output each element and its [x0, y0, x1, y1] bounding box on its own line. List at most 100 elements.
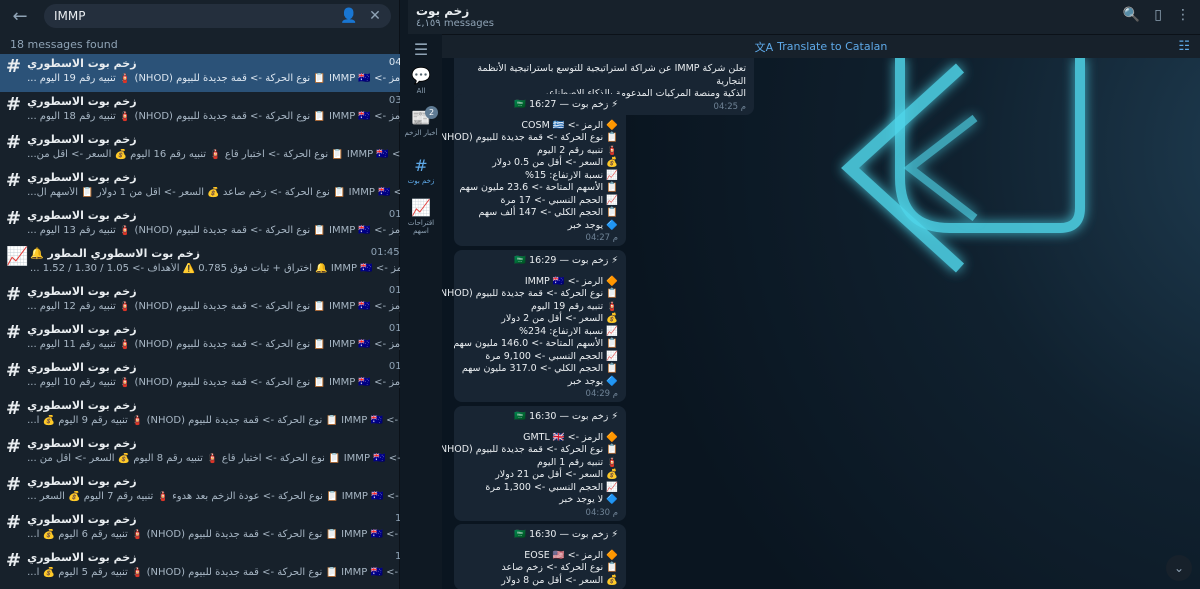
hashtag-icon: #: [6, 474, 22, 495]
message-line: 🧯 تنبيه رقم 2 اليوم: [537, 144, 618, 156]
chat-area: تعلن شركة IMMP عن شراكة استراتيجية للتوس…: [442, 0, 1200, 589]
search-result-row[interactable]: # زخم بوت الاسطوريم 01:40🔶 الرمز -> IMMP …: [0, 282, 427, 320]
search-result-row[interactable]: #زخم بوت الاسطوريم 01:25🔶 الرمز -> IMMP …: [0, 320, 427, 358]
message-bubble[interactable]: ⚡ زخم بوت — 16:29 🇸🇦 🔶 الرمز -> IMMP 🇦🇺 📋 …: [442, 250, 626, 402]
hashtag-icon: #: [6, 512, 22, 533]
message-line: 🧯 تنبيه رقم 1 اليوم: [537, 456, 618, 468]
folder-label: اقتراحات اسهم: [407, 219, 435, 235]
search-result-row[interactable]: #زخم بوت الاسطوريم 01:53🔶 الرمز -> IMMP …: [0, 206, 427, 244]
folder-label: أخبار الزخم: [404, 129, 438, 137]
result-snippet: 🔶 الرمز -> IMMP 🇦🇺 📋 نوع الحركة -> قمة ج…: [27, 111, 428, 122]
message-line: 📈 الحجم النسبي -> 17 مرة: [500, 194, 619, 206]
search-result-row[interactable]: #زخم بوت الاسطوريم 04:29🔶 الرمز -> IMMP …: [0, 54, 427, 92]
result-snippet: 🔶 الرمز -> IMMP 🇦🇺 📋 نوع الحركة -> زخم ص…: [27, 187, 447, 198]
chat-header[interactable]: زخم بوت ٤,١٥٩ messages 🔍 ▯ ⋮: [408, 0, 1200, 34]
message-bubble[interactable]: ⚡ زخم بوت — 16:27 🇸🇦 🔶 الرمز -> COSM 🇬🇷 📋 …: [442, 94, 626, 246]
hashtag-icon: #: [6, 170, 22, 191]
result-snippet: 🔶 الرمز -> IMMP 🇦🇺 📋 نوع الحركة -> عودة …: [27, 491, 440, 502]
hashtag-icon: #: [6, 284, 22, 305]
message-line: 💰 السعر -> أقل من 21 دولار: [495, 469, 618, 480]
result-title: زخم بوت الاسطوري: [27, 133, 137, 146]
folder-menu[interactable]: ☰: [400, 40, 442, 61]
search-result-row[interactable]: #زخم بوت الاسطوريم 12:40🔶 الرمز -> IMMP …: [0, 472, 440, 510]
header-actions: 🔍 ▯ ⋮: [1123, 7, 1190, 23]
result-body: زخم بوت الاسطوريم 12:40🔶 الرمز -> IMMP 🇦…: [27, 475, 440, 502]
message-bubble[interactable]: ⚡ زخم بوت — 16:30 🇸🇦 🔶 الرمز -> GMTL 🇬🇧 📋 …: [442, 406, 626, 521]
translate-bar[interactable]: 文A Translate to Catalan ☷: [442, 34, 1200, 58]
result-body: زخم بوت الاسطوريم 03:33🔶 الرمز -> IMMP 🇦…: [27, 133, 445, 160]
result-snippet: ⭐ الرمز -> IMMP 🇦🇺 🔔 اختراق + ثبات فوق 0…: [30, 263, 429, 274]
message-line: 🔶 الرمز -> GMTL 🇬🇧: [523, 431, 618, 443]
chat-subtitle: ٤,١٥٩ messages: [416, 18, 495, 29]
hashtag-icon: #: [414, 156, 428, 175]
search-result-row[interactable]: # زخم بوت الاسطوريم 01:11🔶 الرمز -> IMMP …: [0, 396, 439, 434]
result-title: زخم بوت الاسطوري: [27, 95, 137, 108]
message-line: 💰 السعر -> أقل من 2 دولار: [501, 313, 618, 324]
search-result-row[interactable]: #زخم بوت الاسطوريم 01:06🔶 الرمز -> IMMP …: [0, 434, 442, 472]
hashtag-icon: #: [6, 398, 22, 419]
hashtag-icon: #: [6, 132, 22, 153]
unread-badge: 2: [425, 106, 438, 119]
result-top: زخم بوت الاسطوريم 01:17: [27, 361, 427, 377]
user-filter-icon[interactable]: 👤: [339, 6, 359, 26]
search-result-row[interactable]: #زخم بوت الاسطوريم 03:37🔶 الرمز -> IMMP …: [0, 92, 427, 130]
result-body: زخم بوت الاسطوريم 01:17🔶 الرمز -> IMMP 🇦…: [27, 361, 427, 388]
sidebar-toggle-icon[interactable]: ▯: [1154, 7, 1162, 23]
search-result-row[interactable]: # زخم بوت الاسطوريم 03:25🔶 الرمز -> IMMP …: [0, 168, 447, 206]
scroll-down-button[interactable]: ⌄: [1166, 555, 1192, 581]
result-title: زخم بوت الاسطوري: [27, 513, 137, 526]
result-body: زخم بوت الاسطوريم 01:25🔶 الرمز -> IMMP 🇦…: [27, 323, 427, 350]
result-snippet: 🔶 الرمز -> IMMP 🇦🇺 📋 نوع الحركة -> قمة ج…: [27, 301, 428, 312]
search-result-row[interactable]: #زخم بوت الاسطوريم 01:17🔶 الرمز -> IMMP …: [0, 358, 427, 396]
search-result-row[interactable]: #زخم بوت الاسطوريص 11:25🔶 الرمز -> IMMP …: [0, 548, 439, 586]
search-result-row[interactable]: #زخم بوت الاسطوريم 03:33🔶 الرمز -> IMMP …: [0, 130, 445, 168]
result-body: زخم بوت الاسطوري المطور 🔔م 01:45 ✓✓⭐ الر…: [30, 247, 429, 274]
message-line: 💰 السعر -> أقل من 8 دولار: [501, 574, 618, 586]
message-header: ⚡ زخم بوت — 16:30 🇸🇦: [514, 529, 618, 540]
message-line: 📈 الحجم النسبي -> 1,300 مرة: [485, 481, 618, 493]
menu-icon: ☰: [413, 40, 429, 59]
translate-icon: 文A: [754, 40, 774, 54]
message-bubble[interactable]: ⚡ زخم بوت — 16:30 🇸🇦 🔶 الرمز -> EOSE 🇺🇸 📋 …: [454, 524, 626, 589]
hashtag-icon: #: [6, 322, 22, 343]
message-line: تعلن شركة IMMP عن شراكة استراتيجية للتوس…: [477, 63, 746, 87]
message-line: 🔶 الرمز -> EOSE 🇺🇸: [524, 549, 618, 561]
message-line: 📋 نوع الحركة -> قمة جديدة للبيوم (NHOD): [442, 132, 618, 143]
search-result-row[interactable]: 📈زخم بوت الاسطوري المطور 🔔م 01:45 ✓✓⭐ ال…: [0, 244, 429, 282]
folder-chart[interactable]: 📈 اقتراحات اسهم: [400, 198, 442, 235]
message-line: 📋 الأسهم المتاحة -> 23.6 مليون سهم: [459, 182, 618, 193]
result-title: زخم بوت الاسطوري: [27, 285, 137, 298]
hashtag-icon: #: [6, 550, 22, 571]
filter-settings-icon[interactable]: ☷: [1178, 39, 1190, 54]
result-top: زخم بوت الاسطوريم 01:11: [27, 399, 439, 415]
search-bar: ← 👤 ✕: [0, 0, 399, 32]
folder-label: زخم بوت: [407, 177, 435, 185]
results-count: 18 messages found: [10, 38, 118, 51]
more-vertical-icon[interactable]: ⋮: [1176, 7, 1190, 23]
search-field[interactable]: 👤 ✕: [44, 4, 391, 28]
folder-hashtag[interactable]: # زخم بوت: [400, 156, 442, 185]
result-snippet: 🔶 الرمز -> IMMP 🇦🇺 📋 نوع الحركة -> قمة ج…: [27, 339, 428, 350]
result-snippet: 🔶 الرمز -> IMMP 🇦🇺 📋 نوع الحركة -> اختبا…: [27, 149, 445, 160]
result-body: زخم بوت الاسطوريم 01:53🔶 الرمز -> IMMP 🇦…: [27, 209, 427, 236]
message-line: 🔶 الرمز -> IMMP 🇦🇺: [524, 275, 618, 287]
close-icon[interactable]: ✕: [365, 6, 385, 26]
result-title: زخم بوت الاسطوري: [27, 551, 137, 564]
folder-chat-bubbles[interactable]: 💬 All: [400, 66, 442, 95]
result-snippet: 🔶 الرمز -> IMMP 🇦🇺 📋 نوع الحركة -> قمة ج…: [27, 567, 439, 578]
result-top: زخم بوت الاسطوريم 01:25: [27, 323, 427, 339]
message-line: 🧯 تنبيه رقم 19 اليوم: [531, 300, 618, 312]
result-top: زخم بوت الاسطوريم 03:25: [27, 171, 447, 187]
result-title: زخم بوت الاسطوري: [27, 437, 137, 450]
result-snippet: 🔶 الرمز -> IMMP 🇦🇺 📋 نوع الحركة -> قمة ج…: [27, 415, 439, 426]
search-icon[interactable]: 🔍: [1123, 7, 1140, 23]
chart-icon: 📈: [6, 246, 29, 267]
result-top: زخم بوت الاسطوريم 01:40: [27, 285, 427, 301]
search-input[interactable]: [54, 9, 333, 23]
message-time: 04:30 م: [585, 507, 618, 518]
search-result-row[interactable]: #زخم بوت الاسطوريص 11:31🔶 الرمز -> IMMP …: [0, 510, 439, 548]
folder-news[interactable]: 📰 أخبار الزخم 2: [400, 106, 442, 137]
result-top: زخم بوت الاسطوريم 12:40: [27, 475, 440, 491]
back-arrow-icon[interactable]: ←: [8, 4, 32, 28]
translate-label[interactable]: Translate to Catalan: [777, 40, 887, 53]
